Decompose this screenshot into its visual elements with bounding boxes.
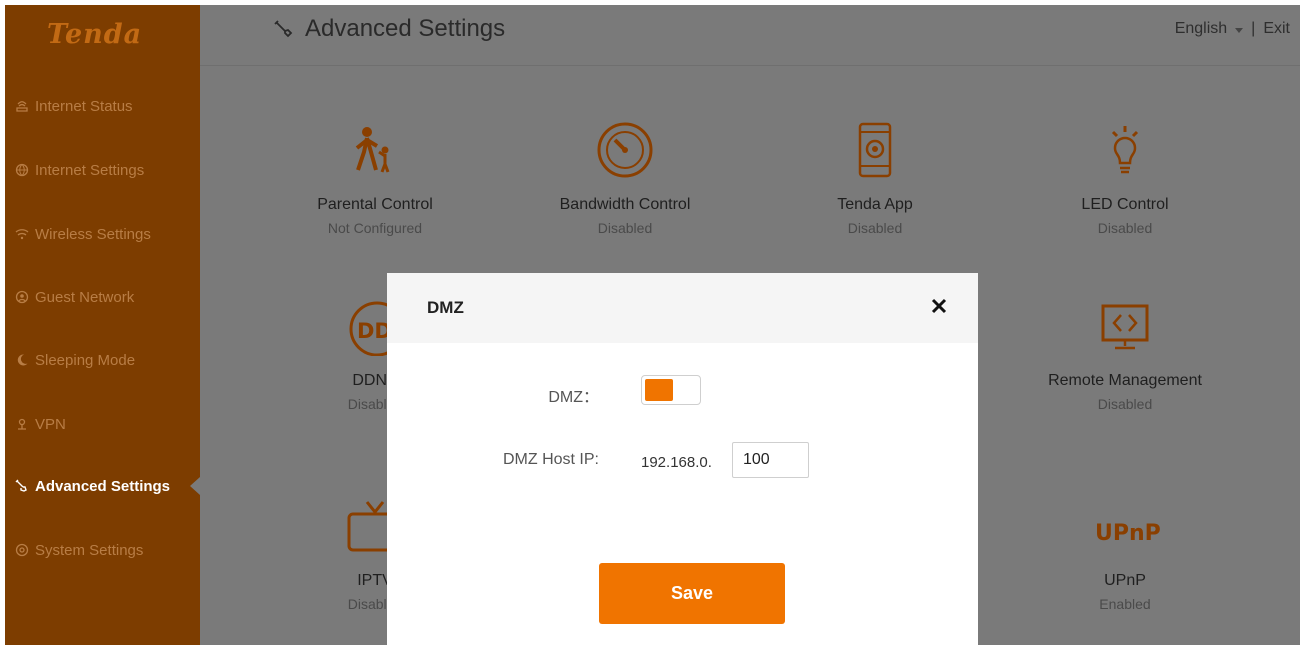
tile-bandwidth-control[interactable]: Bandwidth Control Disabled — [525, 120, 725, 236]
sidebar-item-vpn[interactable]: VPN — [5, 409, 200, 439]
wrench-icon — [15, 479, 29, 493]
host-ip-label: DMZ Host IP: — [502, 451, 599, 468]
tile-label: LED Control — [1081, 196, 1169, 213]
moon-icon — [15, 353, 29, 367]
dmz-label: DMZ： — [548, 389, 599, 406]
sidebar-item-label: System Settings — [35, 541, 144, 559]
header-actions: English | Exit — [1175, 20, 1290, 38]
sidebar-item-advanced-settings[interactable]: Advanced Settings — [5, 471, 200, 501]
router-icon — [15, 99, 29, 113]
sidebar-item-sleeping-mode[interactable]: Sleeping Mode — [5, 345, 200, 375]
page-title-text: Advanced Settings — [305, 15, 506, 42]
dmz-toggle[interactable] — [641, 375, 701, 405]
gear-icon — [15, 543, 29, 557]
tile-label: UPnP — [1104, 572, 1146, 589]
header: Advanced Settings English | Exit — [200, 5, 1300, 66]
tile-remote-management[interactable]: Remote Management Disabled — [1025, 296, 1225, 412]
tile-label: Tenda App — [837, 196, 913, 213]
tile-led-control[interactable]: LED Control Disabled — [1025, 120, 1225, 236]
tile-label: Remote Management — [1048, 372, 1202, 389]
sidebar-item-system-settings[interactable]: System Settings — [5, 535, 200, 565]
close-button[interactable] — [928, 295, 950, 317]
tile-status: Disabled — [1097, 220, 1153, 236]
sidebar-item-internet-status[interactable]: Internet Status — [5, 91, 200, 121]
dmz-dialog: DMZ DMZ： DMZ Host IP: 192.168.0. Save — [387, 273, 978, 650]
save-button[interactable]: Save — [599, 563, 785, 624]
tile-status: Enabled — [1099, 596, 1151, 612]
language-select[interactable]: English — [1174, 20, 1244, 38]
ip-last-octet-input[interactable] — [732, 442, 809, 478]
sidebar-item-label: Wireless Settings — [35, 225, 151, 243]
header-separator: | — [1251, 20, 1256, 37]
sidebar-item-label: Guest Network — [35, 288, 135, 306]
sidebar-item-label: VPN — [35, 415, 66, 433]
page-title: Advanced Settings — [273, 15, 505, 43]
monitor-code-icon — [1025, 296, 1225, 356]
close-icon — [931, 298, 947, 314]
svg-text:UPnP: UPnP — [1095, 521, 1161, 546]
language-label: English — [1174, 20, 1228, 37]
sidebar-item-internet-settings[interactable]: Internet Settings — [5, 155, 200, 185]
tenda-logo: Tenda — [47, 19, 143, 50]
wifi-icon — [15, 227, 29, 241]
sidebar-item-guest-network[interactable]: Guest Network — [5, 282, 200, 312]
sidebar-item-label: Sleeping Mode — [35, 351, 136, 369]
dialog-title: DMZ — [427, 298, 464, 317]
sidebar-item-label: Advanced Settings — [35, 477, 171, 495]
guest-icon — [15, 290, 29, 304]
tablet-gear-icon — [775, 120, 975, 180]
tile-status: Disabled — [597, 220, 653, 236]
toggle-on-indicator — [645, 379, 673, 401]
dialog-header: DMZ — [387, 273, 978, 343]
sidebar-item-wireless-settings[interactable]: Wireless Settings — [5, 219, 200, 249]
sidebar-item-label: Internet Settings — [35, 161, 145, 179]
exit-link[interactable]: Exit — [1263, 20, 1290, 38]
gauge-icon — [525, 120, 725, 180]
sidebar-item-label: Internet Status — [35, 97, 133, 115]
parental-icon — [275, 120, 475, 180]
upnp-icon: UPnP — [1025, 496, 1225, 556]
tile-status: Not Configured — [327, 220, 423, 236]
tile-status: Disabled — [847, 220, 903, 236]
wrench-icon — [273, 18, 295, 40]
vpn-icon — [15, 417, 29, 431]
globe-icon — [15, 163, 29, 177]
tile-label: Bandwidth Control — [559, 196, 691, 213]
tile-status: Disabled — [1097, 396, 1153, 412]
bulb-icon — [1025, 120, 1225, 180]
chevron-down-icon — [1235, 28, 1244, 33]
tile-label: Parental Control — [317, 196, 433, 213]
tile-tenda-app[interactable]: Tenda App Disabled — [775, 120, 975, 236]
tile-upnp[interactable]: UPnP UPnP Enabled — [1025, 496, 1225, 612]
ip-prefix: 192.168.0. — [641, 454, 712, 471]
tile-parental-control[interactable]: Parental Control Not Configured — [275, 120, 475, 236]
sidebar: Tenda Internet Status Internet Settings … — [5, 5, 200, 650]
